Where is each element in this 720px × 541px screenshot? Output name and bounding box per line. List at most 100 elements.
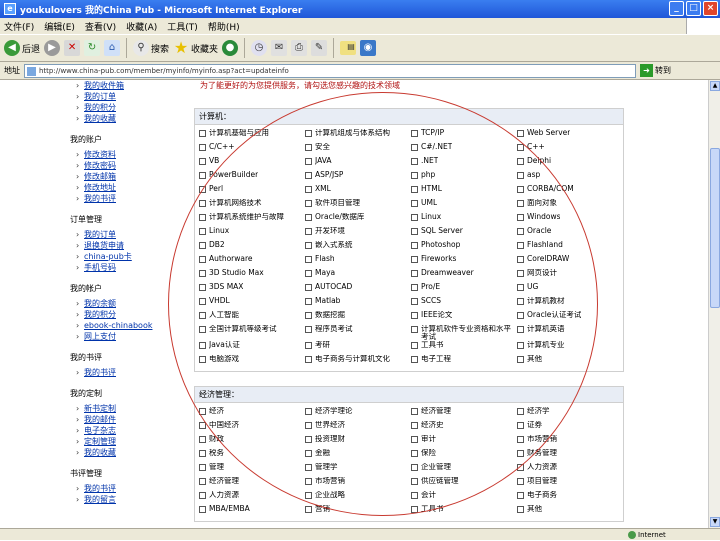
nav-link[interactable]: 网上支付 xyxy=(76,331,170,342)
nav-link[interactable]: 我的收件箱 xyxy=(76,80,170,91)
interest-option[interactable]: 项目管理 xyxy=(517,477,619,491)
interest-option[interactable]: .NET xyxy=(411,157,513,171)
interest-option[interactable]: php xyxy=(411,171,513,185)
interest-option[interactable]: 程序员考试 xyxy=(305,325,407,341)
favorites-button[interactable]: ★ 收藏夹 xyxy=(173,40,218,56)
interest-option[interactable]: VB xyxy=(199,157,301,171)
scroll-up-button[interactable]: ▲ xyxy=(710,81,720,91)
checkbox[interactable] xyxy=(305,228,312,235)
checkbox[interactable] xyxy=(411,298,418,305)
interest-option[interactable]: AUTOCAD xyxy=(305,283,407,297)
interest-option[interactable]: UML xyxy=(411,199,513,213)
checkbox[interactable] xyxy=(199,172,206,179)
checkbox[interactable] xyxy=(517,408,524,415)
interest-option[interactable]: 电子商务与计算机文化 xyxy=(305,355,407,369)
checkbox[interactable] xyxy=(199,506,206,513)
checkbox[interactable] xyxy=(517,214,524,221)
checkbox[interactable] xyxy=(305,284,312,291)
mail-button[interactable]: ✉ xyxy=(271,40,288,56)
nav-link[interactable]: 修改邮箱 xyxy=(76,171,170,182)
checkbox[interactable] xyxy=(411,186,418,193)
checkbox[interactable] xyxy=(411,356,418,363)
scroll-thumb[interactable] xyxy=(710,148,720,308)
checkbox[interactable] xyxy=(411,172,418,179)
minimize-button[interactable]: _ xyxy=(669,1,684,16)
checkbox[interactable] xyxy=(305,356,312,363)
checkbox[interactable] xyxy=(411,450,418,457)
interest-option[interactable]: Oracle xyxy=(517,227,619,241)
interest-option[interactable]: 财务管理 xyxy=(517,449,619,463)
interest-option[interactable]: VHDL xyxy=(199,297,301,311)
checkbox[interactable] xyxy=(517,172,524,179)
checkbox[interactable] xyxy=(517,270,524,277)
edit-button[interactable]: ✎ xyxy=(311,40,328,56)
checkbox[interactable] xyxy=(411,436,418,443)
checkbox[interactable] xyxy=(199,356,206,363)
nav-link[interactable]: 我的收藏 xyxy=(76,447,170,458)
nav-link[interactable]: 定制管理 xyxy=(76,436,170,447)
interest-option[interactable]: 经济史 xyxy=(411,421,513,435)
checkbox[interactable] xyxy=(199,200,206,207)
checkbox[interactable] xyxy=(517,450,524,457)
interest-option[interactable]: Oracle/数据库 xyxy=(305,213,407,227)
interest-option[interactable]: 计算机组成与体系结构 xyxy=(305,129,407,143)
checkbox[interactable] xyxy=(411,284,418,291)
checkbox[interactable] xyxy=(199,256,206,263)
checkbox[interactable] xyxy=(199,422,206,429)
nav-link[interactable]: 修改密码 xyxy=(76,160,170,171)
menu-favorites[interactable]: 收藏(A) xyxy=(126,20,157,33)
interest-option[interactable]: Fireworks xyxy=(411,255,513,269)
interest-option[interactable]: 全国计算机等级考试 xyxy=(199,325,301,341)
interest-option[interactable]: 开发环境 xyxy=(305,227,407,241)
interest-option[interactable]: 面向对象 xyxy=(517,199,619,213)
nav-link[interactable]: 我的留言 xyxy=(76,494,170,505)
checkbox[interactable] xyxy=(305,298,312,305)
interest-option[interactable]: 电子商务 xyxy=(517,491,619,505)
checkbox[interactable] xyxy=(305,200,312,207)
interest-option[interactable]: 证券 xyxy=(517,421,619,435)
interest-option[interactable]: 计算机教材 xyxy=(517,297,619,311)
interest-option[interactable]: IEEE论文 xyxy=(411,311,513,325)
interest-option[interactable]: 计算机基础与应用 xyxy=(199,129,301,143)
checkbox[interactable] xyxy=(305,256,312,263)
interest-option[interactable]: SCCS xyxy=(411,297,513,311)
interest-option[interactable]: Windows xyxy=(517,213,619,227)
interest-option[interactable]: 世界经济 xyxy=(305,421,407,435)
checkbox[interactable] xyxy=(199,214,206,221)
checkbox[interactable] xyxy=(199,492,206,499)
checkbox[interactable] xyxy=(199,298,206,305)
interest-option[interactable]: 3DS MAX xyxy=(199,283,301,297)
checkbox[interactable] xyxy=(199,130,206,137)
checkbox[interactable] xyxy=(517,284,524,291)
interest-option[interactable]: 保险 xyxy=(411,449,513,463)
refresh-button[interactable]: ↻ xyxy=(84,40,101,56)
interest-option[interactable]: 软件项目管理 xyxy=(305,199,407,213)
interest-option[interactable]: 计算机网络技术 xyxy=(199,199,301,213)
messenger-button[interactable]: ◉ xyxy=(360,40,377,56)
interest-option[interactable]: CORBA/COM xyxy=(517,185,619,199)
vertical-scrollbar[interactable]: ▲ ▼ xyxy=(708,80,720,528)
interest-option[interactable]: 供应链管理 xyxy=(411,477,513,491)
interest-option[interactable]: 其他 xyxy=(517,505,619,519)
checkbox[interactable] xyxy=(305,186,312,193)
interest-option[interactable]: 审计 xyxy=(411,435,513,449)
interest-option[interactable]: 市场营销 xyxy=(305,477,407,491)
checkbox[interactable] xyxy=(517,200,524,207)
checkbox[interactable] xyxy=(517,144,524,151)
interest-option[interactable]: UG xyxy=(517,283,619,297)
checkbox[interactable] xyxy=(305,342,312,349)
notes-button[interactable]: ▤ xyxy=(340,41,357,55)
interest-option[interactable]: PowerBuilder xyxy=(199,171,301,185)
interest-option[interactable]: 人力资源 xyxy=(517,463,619,477)
interest-option[interactable]: CorelDRAW xyxy=(517,255,619,269)
checkbox[interactable] xyxy=(305,144,312,151)
interest-option[interactable]: JAVA xyxy=(305,157,407,171)
interest-option[interactable]: 工具书 xyxy=(411,505,513,519)
checkbox[interactable] xyxy=(305,436,312,443)
interest-option[interactable]: Dreamweaver xyxy=(411,269,513,283)
checkbox[interactable] xyxy=(517,436,524,443)
nav-link[interactable]: 新书定制 xyxy=(76,403,170,414)
checkbox[interactable] xyxy=(199,408,206,415)
interest-option[interactable]: 管理 xyxy=(199,463,301,477)
interest-option[interactable]: 计算机软件专业资格和水平考试 xyxy=(411,325,513,341)
